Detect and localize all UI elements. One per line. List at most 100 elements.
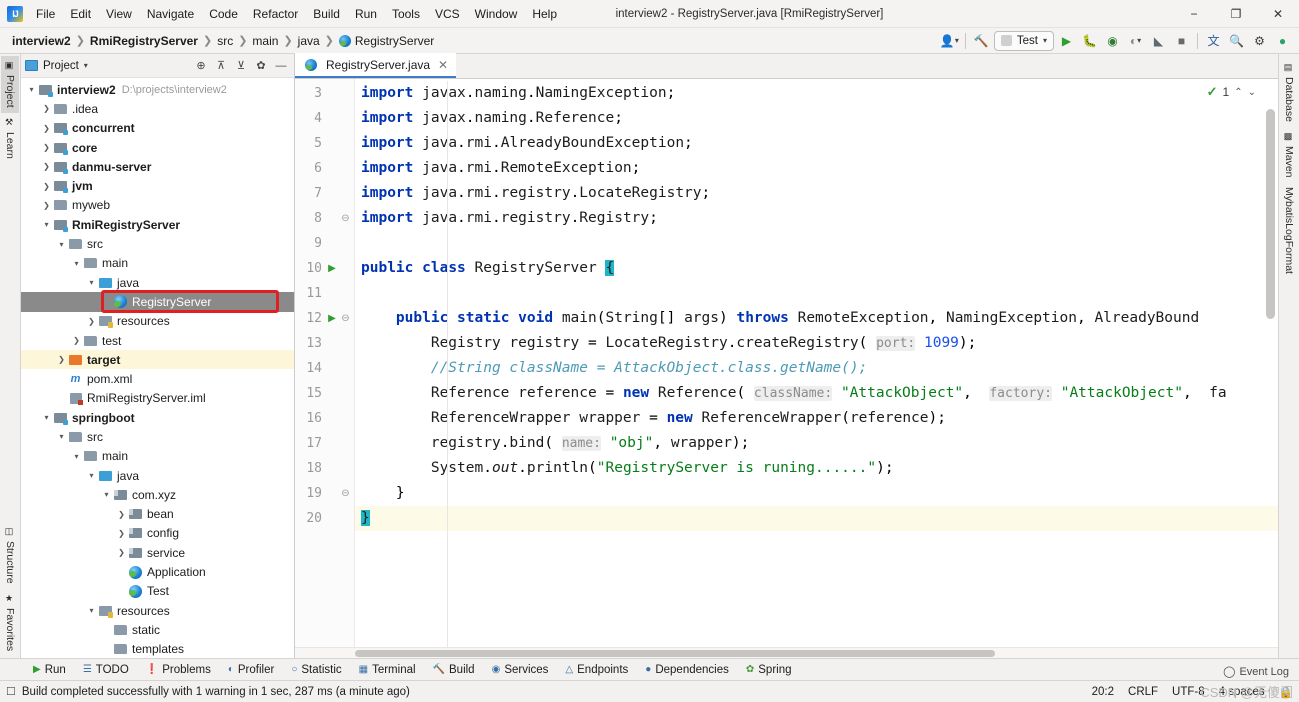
breadcrumb-registryserver[interactable]: RegistryServer (335, 33, 438, 49)
gutter-row[interactable]: 20 (295, 506, 354, 531)
gutter-row[interactable]: 7 (295, 181, 354, 206)
build-hammer-icon[interactable]: 🔨 (971, 31, 992, 51)
chevron-right-icon[interactable]: ❯ (115, 529, 128, 538)
gutter-row[interactable]: 14 (295, 356, 354, 381)
close-icon[interactable]: ✕ (438, 58, 448, 72)
tool-window-endpoints[interactable]: △ Endpoints (558, 662, 635, 678)
fold-toggle-icon[interactable]: ⊖ (339, 313, 352, 324)
chevron-down-icon[interactable]: ▾ (70, 259, 83, 268)
gutter-row[interactable]: 6 (295, 156, 354, 181)
tree-item-static[interactable]: static (21, 620, 294, 639)
breadcrumb-interview2[interactable]: interview2 (8, 33, 75, 49)
gutter-row[interactable]: 18 (295, 456, 354, 481)
chevron-right-icon[interactable]: ❯ (40, 162, 53, 171)
chevron-right-icon[interactable]: ❯ (40, 182, 53, 191)
code-line[interactable]: Registry registry = LocateRegistry.creat… (355, 331, 1278, 356)
gutter-row[interactable]: 3 (295, 81, 354, 106)
tool-window-terminal[interactable]: ▦ Terminal (352, 662, 423, 678)
tree-item-main[interactable]: ▾ main (21, 447, 294, 466)
editor-tab-registryserver[interactable]: RegistryServer.java ✕ (295, 53, 457, 78)
tree-item-jvm[interactable]: ❯ jvm (21, 176, 294, 195)
strip-tab-database[interactable]: ▤ Database (1280, 58, 1298, 127)
tree-item-templates[interactable]: templates (21, 640, 294, 658)
code-line[interactable]: //String className = AttackObject.class.… (355, 356, 1278, 381)
fold-toggle-icon[interactable]: ⊖ (339, 488, 352, 499)
chevron-right-icon[interactable]: ❯ (40, 124, 53, 133)
code-line[interactable]: } (355, 506, 1278, 531)
menu-file[interactable]: File (29, 4, 62, 24)
tree-item-core[interactable]: ❯ core (21, 138, 294, 157)
gutter-row[interactable]: 11 (295, 281, 354, 306)
event-log-button[interactable]: ◯ Event Log (1223, 665, 1289, 679)
build-project-icon[interactable]: ◣ (1148, 31, 1169, 51)
menu-refactor[interactable]: Refactor (246, 4, 305, 24)
tool-window-profiler[interactable]: ◐ Profiler (221, 662, 281, 678)
tool-window-dependencies[interactable]: ● Dependencies (638, 662, 736, 678)
project-panel-title[interactable]: Project ▾ (25, 60, 88, 72)
tree-item-resources[interactable]: ▾ resources (21, 601, 294, 620)
tree-item-config[interactable]: ❯ config (21, 524, 294, 543)
strip-tab-structure[interactable]: ◫ Structure (1, 522, 19, 589)
menu-run[interactable]: Run (348, 4, 384, 24)
tree-item-java[interactable]: ▾ java (21, 273, 294, 292)
breadcrumb-main[interactable]: main (248, 33, 282, 49)
menu-window[interactable]: Window (468, 4, 525, 24)
tree-item-src[interactable]: ▾ src (21, 234, 294, 253)
code-line[interactable]: import java.rmi.AlreadyBoundException; (355, 131, 1278, 156)
code-line[interactable]: import java.rmi.registry.Registry; (355, 206, 1278, 231)
run-configuration-selector[interactable]: Test ▾ (993, 30, 1054, 51)
menu-build[interactable]: Build (306, 4, 347, 24)
code-line[interactable]: Reference reference = new Reference( cla… (355, 381, 1278, 406)
debug-bug-icon[interactable]: 🐛 (1079, 31, 1100, 51)
chevron-right-icon[interactable]: ❯ (40, 143, 53, 152)
project-tree[interactable]: ▾ interview2 D:\projects\interview2 ❯ .idea ❯… (21, 78, 294, 658)
tree-item-java[interactable]: ▾ java (21, 466, 294, 485)
tree-item-concurrent[interactable]: ❯ concurrent (21, 119, 294, 138)
tool-window-statistic[interactable]: ○ Statistic (284, 662, 348, 678)
code-line[interactable]: System.out.println("RegistryServer is ru… (355, 456, 1278, 481)
code-line[interactable]: public class RegistryServer { (355, 256, 1278, 281)
lock-icon[interactable]: 🔒 (1279, 685, 1293, 699)
run-gutter-icon[interactable]: ▶ (325, 313, 339, 324)
minimize-button[interactable]: − (1173, 0, 1215, 28)
gutter-row[interactable]: 13 (295, 331, 354, 356)
chevron-down-icon[interactable]: ▾ (25, 85, 38, 94)
editor-vertical-scrollbar[interactable] (1266, 109, 1275, 319)
tree-item--idea[interactable]: ❯ .idea (21, 99, 294, 118)
chevron-right-icon[interactable]: ❯ (55, 355, 68, 364)
tree-item-test[interactable]: Test (21, 582, 294, 601)
strip-tab-mybatislogformat[interactable]: MybatisLogFormat (1280, 182, 1298, 279)
tree-item-application[interactable]: Application (21, 562, 294, 581)
chevron-right-icon[interactable]: ❯ (115, 510, 128, 519)
gutter-row[interactable]: 16 (295, 406, 354, 431)
editor-horizontal-scrollbar[interactable] (295, 647, 1278, 658)
gear-icon[interactable]: ⚙ (1249, 31, 1270, 51)
run-gutter-icon[interactable]: ▶ (325, 263, 339, 274)
tree-item-bean[interactable]: ❯ bean (21, 505, 294, 524)
code-line[interactable]: registry.bind( name: "obj", wrapper); (355, 431, 1278, 456)
chevron-down-icon[interactable]: ▾ (85, 471, 98, 480)
settings-gear-icon[interactable]: ✿ (252, 57, 270, 75)
tree-item-springboot[interactable]: ▾ springboot (21, 408, 294, 427)
code-line[interactable]: import java.rmi.RemoteException; (355, 156, 1278, 181)
chevron-down-icon[interactable]: ▾ (70, 452, 83, 461)
tree-item-service[interactable]: ❯ service (21, 543, 294, 562)
chevron-right-icon[interactable]: ❯ (70, 336, 83, 345)
stop-square-icon[interactable]: ■ (1171, 31, 1192, 51)
gutter-row[interactable]: 15 (295, 381, 354, 406)
gutter-row[interactable]: 19 ⊖ (295, 481, 354, 506)
menu-code[interactable]: Code (202, 4, 245, 24)
chevron-right-icon[interactable]: ❯ (40, 104, 53, 113)
gutter-row[interactable]: 9 (295, 231, 354, 256)
status-message[interactable]: ☐ Build completed successfully with 1 wa… (6, 685, 410, 699)
breadcrumb-src[interactable]: src (213, 33, 237, 49)
tree-item-pom-xml[interactable]: m pom.xml (21, 369, 294, 388)
chevron-up-icon[interactable]: ⌃ (1234, 87, 1242, 98)
menu-view[interactable]: View (99, 4, 139, 24)
run-play-icon[interactable]: ▶ (1056, 31, 1077, 51)
tree-item-interview2[interactable]: ▾ interview2 D:\projects\interview2 (21, 80, 294, 99)
tree-item-rmiregistryserver-iml[interactable]: RmiRegistryServer.iml (21, 389, 294, 408)
indent-setting[interactable]: 4 spaces (1219, 686, 1265, 698)
chevron-right-icon[interactable]: ❯ (40, 201, 53, 210)
profiler-icon[interactable]: ◐ ▾ (1125, 31, 1146, 51)
